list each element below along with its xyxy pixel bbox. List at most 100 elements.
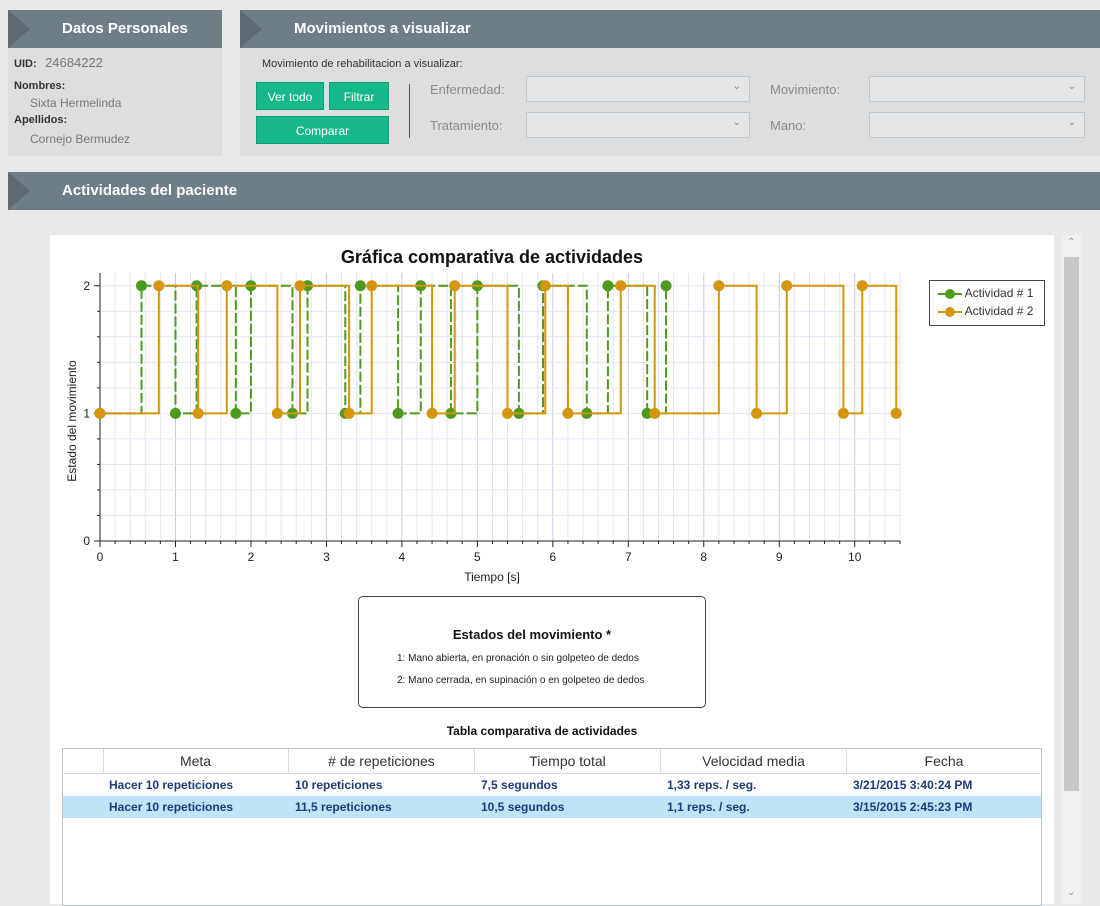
chevron-down-icon: ⌄ xyxy=(1067,81,1076,92)
x-tick-label: 5 xyxy=(474,550,481,564)
chevron-down-icon: ⌄ xyxy=(732,117,741,128)
treatment-select[interactable]: ⌄ xyxy=(526,112,750,138)
activities-header-title: Actividades del paciente xyxy=(62,182,238,199)
movement-label: Movimiento: xyxy=(770,82,841,97)
y-tick-label: 1 xyxy=(83,406,90,420)
uid-row: UID: 24684222 xyxy=(14,54,103,72)
vertical-scrollbar[interactable]: ⌃ ⌄ xyxy=(1062,235,1081,904)
column-header[interactable]: # de repeticiones xyxy=(289,749,475,773)
column-header[interactable]: Meta xyxy=(103,749,289,773)
series-2-point xyxy=(94,407,106,419)
series-1-point xyxy=(169,407,181,419)
x-tick-label: 6 xyxy=(549,550,556,564)
disease-label: Enfermedad: xyxy=(430,82,505,97)
series-2-point xyxy=(837,407,849,419)
legend-marker-1 xyxy=(938,288,962,299)
surnames-value: Cornejo Bermudez xyxy=(30,132,131,146)
hand-select[interactable]: ⌄ xyxy=(869,112,1085,138)
series-line-1 xyxy=(100,284,668,415)
table-row-selected[interactable]: Hacer 10 repeticiones 11,5 repeticiones … xyxy=(63,796,1041,818)
state-item-1: 1: Mano abierta, en pronación o sin golp… xyxy=(397,653,639,664)
movement-select[interactable]: ⌄ xyxy=(869,76,1085,102)
series-2-point xyxy=(713,280,725,292)
column-header[interactable]: Tiempo total xyxy=(475,749,661,773)
series-2-point xyxy=(192,407,204,419)
chart-grid xyxy=(99,273,901,542)
legend-item-2: Actividad # 2 xyxy=(938,304,1033,319)
series-1-point xyxy=(136,280,148,292)
scroll-up-icon[interactable]: ⌃ xyxy=(1067,237,1075,248)
x-tick-label: 10 xyxy=(848,550,862,564)
x-tick-label: 3 xyxy=(323,550,330,564)
series-2-point xyxy=(539,280,551,292)
compare-button[interactable]: Comparar xyxy=(256,116,389,144)
series-1-point xyxy=(660,280,672,292)
patient-panel: Datos Personales UID: 24684222 Nombres: … xyxy=(8,10,222,156)
filter-button[interactable]: Filtrar xyxy=(329,82,389,110)
series-2-point xyxy=(343,407,355,419)
filter-panel: Movimientos a visualizar Movimiento de r… xyxy=(240,10,1100,156)
state-item-2: 2: Mano cerrada, en supinación o en golp… xyxy=(397,675,645,686)
filter-header: Movimientos a visualizar xyxy=(240,10,1100,48)
movement-states-box: Estados del movimiento * 1: Mano abierta… xyxy=(358,596,706,708)
series-2-point xyxy=(426,407,438,419)
chart-title: Gráfica comparativa de actividades xyxy=(341,247,643,267)
series-2-point xyxy=(856,280,868,292)
series-2-point xyxy=(221,280,233,292)
names-value: Sixta Hermelinda xyxy=(30,96,122,110)
activities-header: Actividades del paciente xyxy=(8,172,1100,210)
y-axis-label: Estado del movimiento xyxy=(65,360,79,482)
legend-label-2: Actividad # 2 xyxy=(964,304,1034,318)
filter-subtitle: Movimiento de rehabilitacion a visualiza… xyxy=(262,58,463,70)
series-2-point xyxy=(271,407,283,419)
x-tick-label: 7 xyxy=(625,550,632,564)
series-2-point xyxy=(449,280,461,292)
table-row[interactable]: Hacer 10 repeticiones 10 repeticiones 7,… xyxy=(63,774,1041,796)
uid-label: UID: xyxy=(14,58,37,70)
x-tick-label: 4 xyxy=(399,550,406,564)
hand-label: Mano: xyxy=(770,118,807,133)
column-header[interactable]: Fecha xyxy=(847,749,1041,773)
series-2-point xyxy=(294,280,306,292)
series-2-point xyxy=(781,280,793,292)
x-tick-label: 8 xyxy=(700,550,707,564)
chart-legend: Actividad # 1 Actividad # 2 xyxy=(929,280,1045,326)
series-1-point xyxy=(354,280,366,292)
series-2-point xyxy=(751,407,763,419)
y-tick-label: 2 xyxy=(83,279,90,293)
filter-header-title: Movimientos a visualizar xyxy=(294,20,471,37)
filter-divider xyxy=(409,84,410,138)
legend-marker-2 xyxy=(938,306,962,317)
x-tick-label: 2 xyxy=(248,550,255,564)
table-header: Meta # de repeticiones Tiempo total Velo… xyxy=(63,749,1041,774)
y-tick-label: 0 xyxy=(83,534,90,548)
table-title: Tabla comparativa de actividades xyxy=(446,724,638,738)
treatment-label: Tratamiento: xyxy=(430,118,503,133)
series-1-point xyxy=(230,407,242,419)
chevron-down-icon: ⌄ xyxy=(732,81,741,92)
x-tick-label: 9 xyxy=(776,550,783,564)
disease-select[interactable]: ⌄ xyxy=(526,76,750,102)
scroll-thumb[interactable] xyxy=(1064,257,1079,791)
surnames-label: Apellidos: xyxy=(14,114,68,126)
column-header[interactable]: Velocidad media xyxy=(661,749,847,773)
series-2-point xyxy=(890,407,902,419)
series-2-point xyxy=(649,407,661,419)
states-title: Estados del movimiento * xyxy=(452,627,612,642)
scroll-down-icon[interactable]: ⌄ xyxy=(1067,887,1075,898)
series-1-point xyxy=(392,407,404,419)
series-2-point xyxy=(502,407,514,419)
chevron-down-icon: ⌄ xyxy=(1067,117,1076,128)
x-tick-label: 1 xyxy=(172,550,179,564)
series-2-point xyxy=(615,280,627,292)
series-2-point xyxy=(153,280,165,292)
legend-label-1: Actividad # 1 xyxy=(964,286,1034,300)
series-2-point xyxy=(366,280,378,292)
view-all-button[interactable]: Ver todo xyxy=(256,82,324,110)
x-tick-label: 0 xyxy=(97,550,104,564)
series-2-point xyxy=(562,407,574,419)
uid-value: 24684222 xyxy=(45,55,103,70)
patient-header-title: Datos Personales xyxy=(62,20,188,37)
series-line-2 xyxy=(100,284,898,415)
legend-item-1: Actividad # 1 xyxy=(938,286,1033,301)
